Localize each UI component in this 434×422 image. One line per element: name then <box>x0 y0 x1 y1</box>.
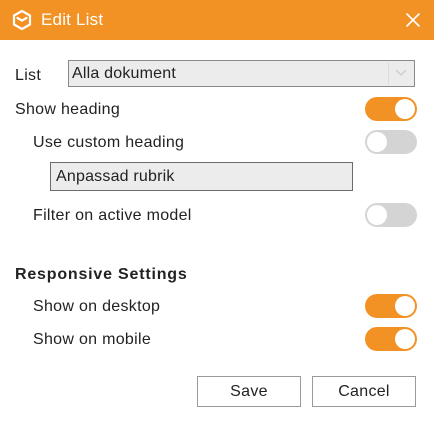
save-button[interactable]: Save <box>197 376 301 407</box>
toggle-knob <box>395 99 415 119</box>
show-heading-label: Show heading <box>15 101 121 118</box>
use-custom-heading-toggle[interactable] <box>365 130 417 154</box>
select-arrow-container <box>388 62 414 85</box>
show-on-mobile-toggle[interactable] <box>365 327 417 351</box>
cube-logo-icon <box>12 9 32 31</box>
toggle-knob <box>367 132 387 152</box>
toggle-knob <box>367 205 387 225</box>
show-on-desktop-toggle[interactable] <box>365 294 417 318</box>
filter-active-model-label: Filter on active model <box>33 207 192 224</box>
toggle-knob <box>395 296 415 316</box>
cancel-button[interactable]: Cancel <box>312 376 416 407</box>
list-select-value: Alla dokument <box>72 65 176 82</box>
list-label: List <box>15 67 42 84</box>
filter-active-model-toggle[interactable] <box>365 203 417 227</box>
use-custom-heading-label: Use custom heading <box>33 134 185 151</box>
dialog-title: Edit List <box>41 10 104 29</box>
show-on-desktop-label: Show on desktop <box>33 298 161 315</box>
title-bar: Edit List <box>0 0 434 40</box>
show-heading-toggle[interactable] <box>365 97 417 121</box>
custom-heading-input[interactable] <box>50 162 353 191</box>
edit-list-dialog: Edit List List Alla dokument Show headin… <box>0 0 434 422</box>
list-select[interactable]: Alla dokument <box>68 60 415 87</box>
chevron-down-icon <box>395 69 407 77</box>
toggle-knob <box>395 329 415 349</box>
show-on-mobile-label: Show on mobile <box>33 331 152 348</box>
close-icon[interactable] <box>403 10 423 30</box>
responsive-settings-heading: Responsive Settings <box>15 266 188 283</box>
